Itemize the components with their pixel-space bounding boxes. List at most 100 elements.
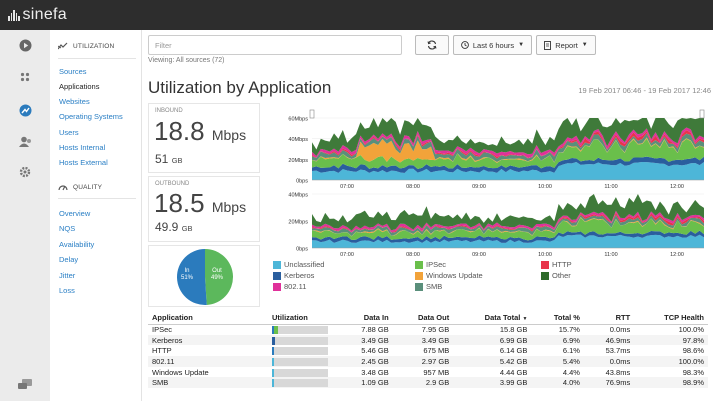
utilization-bar — [272, 357, 328, 366]
play-icon[interactable] — [18, 38, 32, 52]
legend-item-ipsec[interactable]: IPSec — [415, 260, 446, 269]
time-range-dropdown[interactable]: Last 6 hours ▼ — [453, 35, 532, 55]
legend-label: SMB — [426, 282, 443, 291]
legend-item-other[interactable]: Other — [541, 271, 571, 280]
utilization-section-heading: UTILIZATION — [58, 42, 114, 50]
gear-icon[interactable] — [18, 165, 32, 179]
column-total-pct[interactable]: Total % — [531, 312, 584, 325]
utilization-area-charts: 60Mbps 40Mbps 20Mbps 0bps 07:00 08:00 09:00 10:… — [288, 109, 705, 258]
applications-table: Application Utilization Data In Data Out… — [148, 312, 708, 389]
legend-item-80211[interactable]: 802.11 — [273, 282, 306, 291]
x-tick-label: 10:00 — [538, 252, 552, 258]
cell-data-total: 15.8 GB — [453, 324, 532, 335]
nav-item-sources[interactable]: Sources — [59, 67, 87, 76]
table-row[interactable]: SMB 1.09 GB 2.9 GB 3.99 GB 4.0% 76.9ms 98.9% — [148, 377, 708, 389]
column-application[interactable]: Application — [148, 312, 268, 325]
report-label: Report — [555, 40, 578, 50]
refresh-button[interactable] — [415, 35, 449, 55]
cell-rtt: 76.9ms — [583, 377, 635, 389]
utilization-bar — [272, 368, 328, 377]
pie-in-pct: 51% — [181, 275, 194, 281]
inbound-card: INBOUND 18.8 Mbps 51 GB — [148, 103, 260, 173]
report-dropdown[interactable]: Report ▼ — [536, 35, 596, 55]
inbound-rate-value: 18.8 — [154, 116, 205, 146]
nav-item-overview[interactable]: Overview — [59, 209, 90, 218]
nav-item-websites[interactable]: Websites — [59, 97, 90, 106]
divider — [58, 58, 136, 59]
app-logo-text[interactable]: sinefa — [23, 6, 68, 24]
outbound-rate-unit: Mbps — [211, 199, 247, 215]
grid-icon[interactable] — [18, 70, 32, 84]
x-tick-label: 09:00 — [472, 184, 486, 190]
legend-item-kerberos[interactable]: Kerberos — [273, 271, 314, 280]
document-icon — [544, 40, 552, 50]
nav-item-hosts-internal[interactable]: Hosts Internal — [59, 143, 105, 152]
cell-tcp-health: 98.9% — [634, 377, 708, 389]
cell-utilization — [268, 345, 338, 357]
table-row[interactable]: IPSec 7.88 GB 7.95 GB 15.8 GB 15.7% 0.0ms 100.… — [148, 324, 708, 335]
column-rtt[interactable]: RTT — [583, 312, 635, 325]
y-tick-label: 0bps — [296, 179, 308, 185]
nav-item-availability[interactable]: Availability — [59, 240, 94, 249]
utilization-heading-label: UTILIZATION — [73, 42, 115, 50]
cell-data-in: 1.09 GB — [338, 377, 393, 389]
utilization-bar — [272, 336, 328, 345]
caret-down-icon: ▼ — [581, 42, 588, 48]
utilization-bar-fill — [272, 379, 274, 388]
quality-heading-label: QUALITY — [73, 183, 103, 191]
y-tick-label: 60Mbps — [288, 117, 308, 123]
nav-item-delay[interactable]: Delay — [59, 255, 78, 264]
caret-down-icon: ▼ — [518, 42, 525, 48]
users-icon[interactable] — [18, 135, 32, 149]
x-tick-label: 11:00 — [604, 252, 617, 258]
column-data-total[interactable]: Data Total ▼ — [453, 312, 532, 325]
y-tick-label: 40Mbps — [288, 137, 308, 143]
legend-item-http[interactable]: HTTP — [541, 260, 572, 269]
cell-rtt: 0.0ms — [583, 356, 635, 367]
nav-item-users[interactable]: Users — [59, 128, 79, 137]
clock-icon — [461, 41, 469, 49]
cell-rtt: 43.8ms — [583, 366, 635, 378]
cell-application: Windows Update — [148, 366, 268, 378]
legend-swatch — [541, 260, 549, 269]
sub-navigation: UTILIZATION Sources Applications Website… — [50, 30, 142, 401]
nav-item-operating-systems[interactable]: Operating Systems — [59, 112, 123, 121]
nav-item-hosts-external[interactable]: Hosts External — [59, 158, 108, 167]
table-row[interactable]: Windows Update 3.48 GB 957 MB 4.44 GB 4.4% 43… — [148, 366, 708, 378]
nav-item-jitter[interactable]: Jitter — [59, 271, 75, 280]
nav-item-applications[interactable]: Applications — [59, 82, 99, 91]
column-data-in[interactable]: Data In — [338, 312, 393, 325]
cell-application: IPSec — [148, 324, 268, 335]
legend-item-unclassified[interactable]: Unclassified — [273, 260, 324, 269]
cell-data-out: 2.9 GB — [392, 377, 454, 389]
sort-desc-icon: ▼ — [522, 316, 528, 323]
chat-icon[interactable] — [18, 378, 32, 392]
cell-total-pct: 15.7% — [531, 324, 584, 335]
nav-item-nqs[interactable]: NQS — [59, 224, 75, 233]
cell-tcp-health: 100.0% — [634, 324, 708, 335]
table-row[interactable]: HTTP 5.46 GB 675 MB 6.14 GB 6.1% 53.7ms 98.6% — [148, 345, 708, 357]
legend-item-windows-update[interactable]: Windows Update — [415, 271, 483, 280]
legend-item-smb[interactable]: SMB — [415, 282, 442, 291]
legend-swatch — [415, 282, 423, 291]
divider — [58, 198, 136, 199]
inbound-total-value: 51 — [155, 152, 169, 166]
cell-tcp-health: 98.6% — [634, 345, 708, 357]
table-row[interactable]: 802.11 2.45 GB 2.97 GB 5.42 GB 5.4% 0.0ms 100.… — [148, 356, 708, 367]
utilization-icon[interactable] — [18, 103, 32, 117]
legend-label: Other — [552, 271, 571, 280]
range-handle-right — [699, 109, 705, 119]
column-tcp-health[interactable]: TCP Health — [634, 312, 708, 325]
pie-out-text: Out — [212, 268, 222, 274]
legend-label: Windows Update — [426, 271, 483, 280]
pie-out-label: Out 49% — [211, 268, 223, 282]
cell-data-total: 3.99 GB — [453, 377, 532, 389]
column-data-out[interactable]: Data Out — [392, 312, 454, 325]
nav-item-loss[interactable]: Loss — [59, 286, 75, 295]
filter-input[interactable]: Filter — [148, 35, 402, 55]
x-tick-label: 07:00 — [340, 252, 354, 258]
inbound-label: INBOUND — [155, 108, 183, 114]
inbound-rate: 18.8 Mbps — [154, 116, 246, 147]
column-utilization[interactable]: Utilization — [268, 312, 338, 325]
table-row[interactable]: Kerberos 3.49 GB 3.49 GB 6.99 GB 6.9% 46.9ms 9… — [148, 334, 708, 346]
